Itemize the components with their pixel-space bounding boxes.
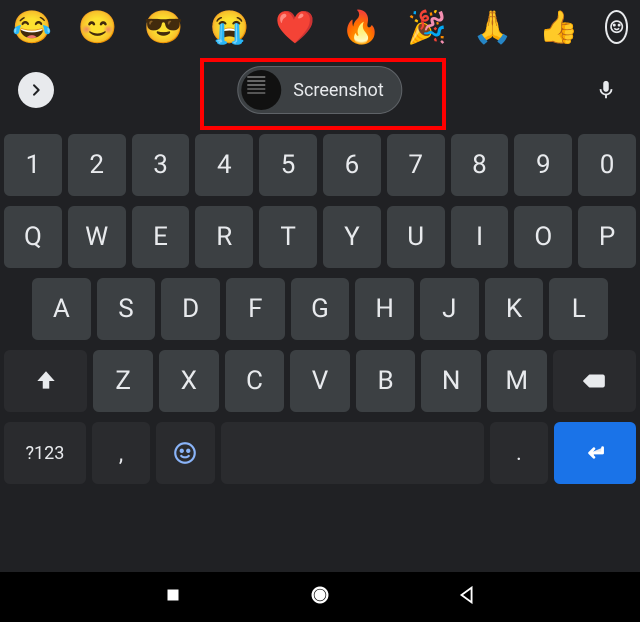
key-v[interactable]: V [290, 350, 350, 412]
key-3[interactable]: 3 [132, 134, 190, 196]
key-5[interactable]: 5 [259, 134, 317, 196]
expand-toolbar-button[interactable] [18, 72, 54, 108]
keyboard-row-asdf: A S D F G H J K L [4, 278, 636, 340]
emoji-heart[interactable]: ❤️ [275, 11, 315, 43]
keyboard-row-numbers: 1 2 3 4 5 6 7 8 9 0 [4, 134, 636, 196]
emoji-thumbsup[interactable]: 👍 [539, 11, 579, 43]
emoji-sunglasses[interactable]: 😎 [144, 11, 184, 43]
keyboard-row-zxcv: Z X C V B N M [4, 350, 636, 412]
emoji-party[interactable]: 🎉 [407, 11, 447, 43]
suggestion-bar: Screenshot [0, 54, 640, 126]
nav-back-button[interactable] [456, 584, 478, 610]
key-n[interactable]: N [421, 350, 481, 412]
emoji-suggestion-row: 😂 😊 😎 😭 ❤️ 🔥 🎉 🙏 👍 [0, 0, 640, 54]
key-emoji[interactable] [156, 422, 214, 484]
clipboard-thumbnail [241, 70, 281, 110]
key-6[interactable]: 6 [323, 134, 381, 196]
key-o[interactable]: O [514, 206, 572, 268]
key-k[interactable]: K [485, 278, 544, 340]
emoji-pray[interactable]: 🙏 [473, 11, 513, 43]
key-m[interactable]: M [487, 350, 547, 412]
emoji-fire[interactable]: 🔥 [341, 11, 381, 43]
nav-home-button[interactable] [309, 584, 331, 610]
key-p[interactable]: P [578, 206, 636, 268]
key-a[interactable]: A [32, 278, 91, 340]
key-u[interactable]: U [387, 206, 445, 268]
key-symbols[interactable]: ?123 [4, 422, 86, 484]
key-9[interactable]: 9 [514, 134, 572, 196]
key-2[interactable]: 2 [68, 134, 126, 196]
key-shift[interactable] [4, 350, 87, 412]
key-backspace[interactable] [553, 350, 636, 412]
key-d[interactable]: D [161, 278, 220, 340]
key-w[interactable]: W [68, 206, 126, 268]
emoji-more-button[interactable] [605, 10, 628, 44]
key-h[interactable]: H [355, 278, 414, 340]
key-s[interactable]: S [97, 278, 156, 340]
emoji-smile[interactable]: 😊 [78, 11, 118, 43]
voice-input-button[interactable] [590, 74, 622, 106]
key-t[interactable]: T [259, 206, 317, 268]
keyboard: 1 2 3 4 5 6 7 8 9 0 Q W E R T Y U I O P … [0, 126, 640, 498]
key-8[interactable]: 8 [451, 134, 509, 196]
emoji-joy[interactable]: 😂 [12, 11, 52, 43]
key-i[interactable]: I [451, 206, 509, 268]
key-g[interactable]: G [291, 278, 350, 340]
key-z[interactable]: Z [93, 350, 153, 412]
key-b[interactable]: B [356, 350, 416, 412]
key-y[interactable]: Y [323, 206, 381, 268]
android-navbar [0, 572, 640, 622]
clipboard-label: Screenshot [293, 80, 383, 101]
key-4[interactable]: 4 [195, 134, 253, 196]
key-c[interactable]: C [225, 350, 285, 412]
key-r[interactable]: R [195, 206, 253, 268]
nav-recent-button[interactable] [162, 584, 184, 610]
key-period[interactable]: . [490, 422, 548, 484]
key-enter[interactable] [554, 422, 636, 484]
keyboard-row-qwerty: Q W E R T Y U I O P [4, 206, 636, 268]
key-comma[interactable]: , [92, 422, 150, 484]
key-l[interactable]: L [549, 278, 608, 340]
keyboard-row-bottom: ?123 , . [4, 422, 636, 484]
key-e[interactable]: E [132, 206, 190, 268]
key-x[interactable]: X [159, 350, 219, 412]
emoji-cry[interactable]: 😭 [210, 11, 250, 43]
clipboard-suggestion-chip[interactable]: Screenshot [237, 66, 402, 114]
key-7[interactable]: 7 [387, 134, 445, 196]
key-f[interactable]: F [226, 278, 285, 340]
key-0[interactable]: 0 [578, 134, 636, 196]
key-q[interactable]: Q [4, 206, 62, 268]
key-space[interactable] [221, 422, 484, 484]
key-1[interactable]: 1 [4, 134, 62, 196]
key-j[interactable]: J [420, 278, 479, 340]
